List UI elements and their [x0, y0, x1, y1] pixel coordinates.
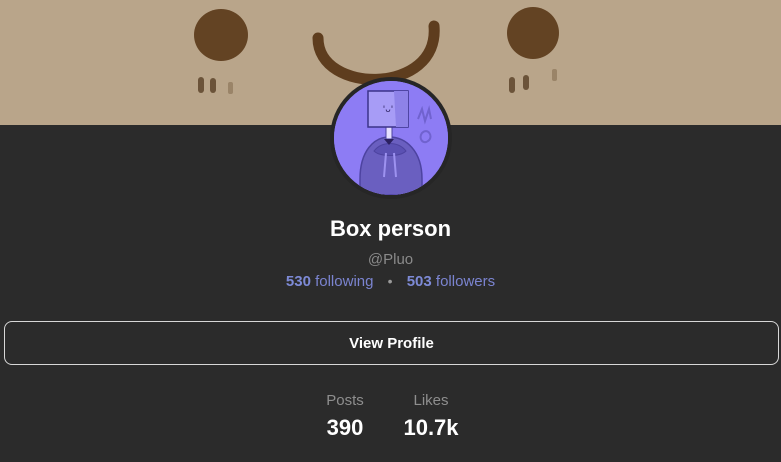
avatar-image: 'ᴗ' [334, 81, 448, 195]
follow-counts: 530 following • 503 followers [0, 273, 781, 290]
following-count: 530 [285, 273, 311, 290]
avatar[interactable]: 'ᴗ' [330, 77, 452, 199]
following-link[interactable]: 530 following [286, 273, 378, 290]
box-face-text: 'ᴗ' [383, 105, 393, 115]
separator-dot: • [387, 273, 393, 289]
followers-link[interactable]: 503 followers [407, 273, 495, 290]
stat-posts: Posts 390 [314, 392, 376, 441]
stat-label: Posts [326, 392, 364, 409]
stat-label: Likes [413, 392, 449, 409]
profile-handle: @Pluo [367, 251, 414, 268]
followers-count: 503 [406, 273, 432, 290]
box-person-illustration: 'ᴗ' [334, 81, 448, 195]
stat-likes: Likes 10.7k [398, 392, 464, 441]
profile-display-name: Box person [329, 216, 452, 241]
profile-card: 'ᴗ' Box person @Pluo 530 following • 503… [0, 0, 781, 462]
view-profile-button[interactable]: View Profile [4, 321, 779, 365]
followers-label: followers [435, 273, 496, 290]
following-label: following [315, 273, 374, 290]
stat-value: 10.7k [403, 415, 459, 440]
stat-value: 390 [326, 415, 364, 440]
profile-stats: Posts 390 Likes 10.7k [0, 392, 781, 452]
